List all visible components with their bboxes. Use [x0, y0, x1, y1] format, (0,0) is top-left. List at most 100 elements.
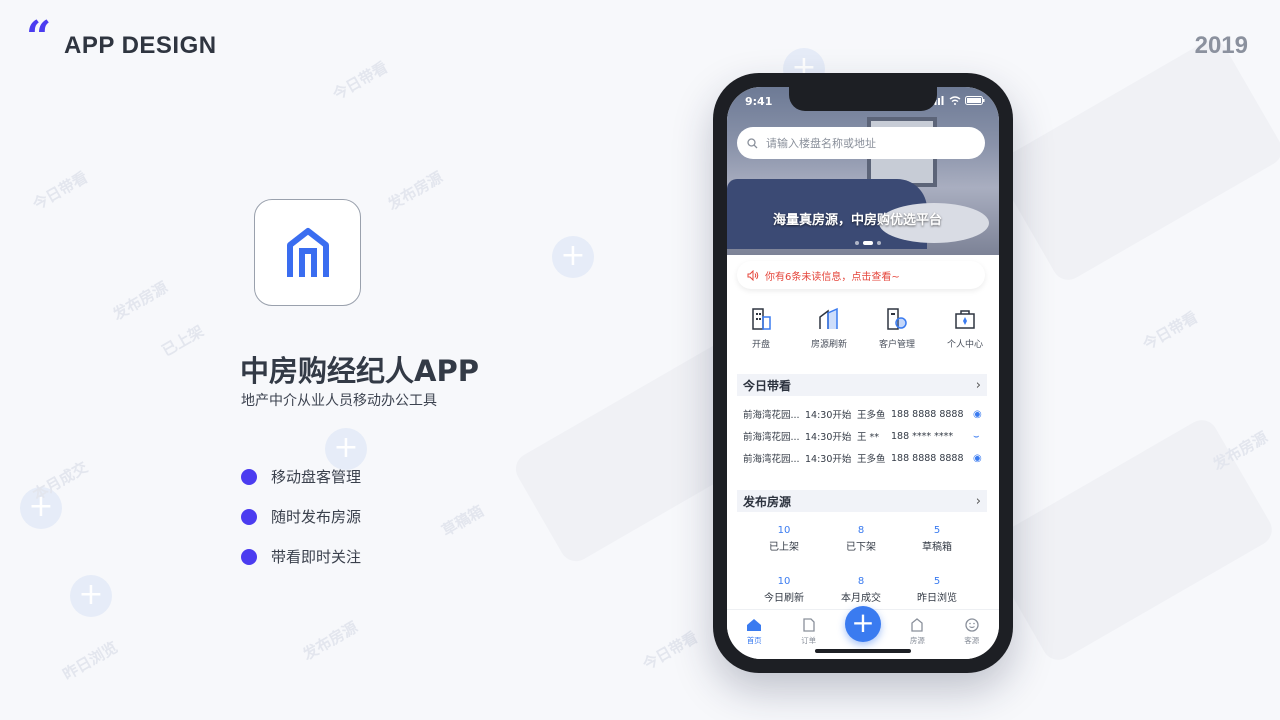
home-indicator[interactable]: [815, 649, 911, 653]
bullet-dot: [241, 468, 257, 485]
section-title: 今日带看: [743, 378, 792, 393]
bg-word: 草稿箱: [438, 501, 487, 540]
feature-label: 随时发布房源: [271, 508, 362, 526]
visit-row[interactable]: 前海湾花园... 14:30开始 王多鱼 188 8888 8888 ◉: [743, 407, 987, 422]
section-publish[interactable]: 发布房源 ›: [737, 490, 987, 512]
feature-label: 移动盘客管理: [271, 468, 362, 486]
visit-project: 前海湾花园...: [743, 410, 800, 421]
carousel-dot-active[interactable]: [863, 241, 873, 245]
stat-number: 5: [933, 576, 941, 587]
phone-mockup: 9:41 请输入楼盘名称或地址 海量真房源，中房购优选平台 你有6条未读信息，点…: [713, 73, 1013, 673]
visit-name: 王 **: [857, 432, 880, 443]
stat-monthly-deals[interactable]: 8 本月成交: [826, 576, 896, 604]
eye-icon[interactable]: ◉: [973, 453, 985, 464]
tab-label: 房源: [909, 636, 925, 645]
stat-label: 今日刷新: [764, 593, 804, 604]
quick-open[interactable]: 开盘: [731, 307, 791, 350]
house-icon: [911, 618, 924, 632]
tab-clients[interactable]: 客源: [952, 618, 992, 646]
bg-plus-icon: +: [325, 428, 367, 470]
feature-item: 移动盘客管理: [241, 466, 361, 487]
quick-customers[interactable]: 客户管理: [867, 307, 927, 350]
status-time: 9:41: [745, 95, 773, 108]
bg-word: 发布房源: [109, 278, 171, 324]
eye-icon[interactable]: ◉: [973, 409, 985, 420]
quick-refresh[interactable]: 房源刷新: [799, 307, 859, 350]
quick-profile[interactable]: 个人中心: [935, 307, 995, 350]
customer-icon: [887, 308, 907, 330]
visit-name: 王多鱼: [857, 454, 886, 465]
phone-screen: 9:41 请输入楼盘名称或地址 海量真房源，中房购优选平台 你有6条未读信息，点…: [727, 87, 999, 659]
visit-project: 前海湾花园...: [743, 454, 800, 465]
feature-item: 带看即时关注: [241, 546, 361, 567]
search-placeholder: 请输入楼盘名称或地址: [766, 137, 876, 150]
hero-caption: 海量真房源，中房购优选平台: [773, 213, 943, 228]
plus-icon[interactable]: +: [844, 606, 881, 642]
tab-listings[interactable]: 房源: [897, 618, 937, 646]
quote-mark: “: [26, 12, 52, 63]
notice-bar[interactable]: 你有6条未读信息，点击查看~: [737, 261, 985, 289]
speaker-icon: [747, 269, 759, 281]
smiley-icon: [965, 618, 979, 632]
carousel-dots[interactable]: [855, 241, 881, 245]
visit-time: 14:30开始: [805, 410, 852, 421]
chevron-right-icon: ›: [975, 493, 981, 509]
stat-label: 草稿箱: [922, 542, 952, 553]
bg-word: 已上架: [158, 321, 207, 360]
bg-word: 本月成交: [29, 458, 91, 504]
phone-notch: [789, 87, 937, 111]
stat-refreshed-today[interactable]: 10 今日刷新: [749, 576, 819, 604]
bg-word: 今日带看: [639, 628, 701, 674]
visit-row[interactable]: 前海湾花园... 14:30开始 王多鱼 188 8888 8888 ◉: [743, 451, 987, 466]
quick-actions: 开盘 房源刷新 客户管理 个人中心: [727, 307, 999, 350]
home-icon: [747, 619, 762, 631]
app-subtitle: 地产中介从业人员移动办公工具: [241, 393, 437, 409]
tab-publish[interactable]: +: [843, 606, 883, 642]
carousel-dot[interactable]: [855, 241, 859, 245]
year-label: 2019: [1194, 32, 1248, 59]
stat-label: 本月成交: [841, 593, 881, 604]
stat-views-yesterday[interactable]: 5 昨日浏览: [902, 576, 972, 604]
background-pattern: + + + + + 今日带看 发布房源 发布房源 已上架 今日带看 发布房源 今…: [0, 0, 1280, 720]
house-logo-icon: [286, 227, 329, 277]
stat-delisted[interactable]: 8 已下架: [826, 525, 896, 553]
tab-home[interactable]: 首页: [734, 618, 774, 646]
tab-orders[interactable]: 订单: [789, 618, 829, 646]
visit-phone: 188 8888 8888: [891, 408, 964, 420]
wifi-icon: [949, 96, 961, 105]
bg-word: 今日带看: [29, 168, 91, 214]
refresh-building-icon: [819, 307, 838, 329]
visit-phone: 188 8888 8888: [891, 452, 964, 464]
bullet-dot: [241, 548, 257, 565]
bg-plus-icon: +: [552, 236, 594, 278]
bg-plus-icon: +: [70, 575, 112, 617]
stat-listed[interactable]: 10 已上架: [749, 525, 819, 553]
tab-label: 客源: [964, 636, 980, 645]
page-title: APP DESIGN: [64, 32, 217, 59]
visit-project: 前海湾花园...: [743, 432, 800, 443]
bg-word: 发布房源: [299, 618, 361, 664]
tab-label: 订单: [801, 636, 817, 645]
stat-drafts[interactable]: 5 草稿箱: [902, 525, 972, 553]
visit-row[interactable]: 前海湾花园... 14:30开始 王 ** 188 **** **** ⌣: [743, 429, 987, 444]
quick-label: 房源刷新: [810, 340, 847, 350]
stat-label: 昨日浏览: [917, 593, 957, 604]
visit-phone: 188 **** ****: [891, 430, 954, 442]
search-input[interactable]: 请输入楼盘名称或地址: [737, 127, 985, 159]
app-logo: [254, 199, 361, 306]
bg-word: 今日带看: [329, 58, 391, 104]
visit-time: 14:30开始: [805, 454, 852, 465]
visit-time: 14:30开始: [805, 432, 852, 443]
bg-word: 发布房源: [384, 168, 446, 214]
hero-banner[interactable]: [727, 87, 999, 255]
stat-label: 已上架: [769, 542, 799, 553]
notice-text: 你有6条未读信息，点击查看~: [765, 271, 900, 283]
stat-number: 10: [777, 525, 791, 536]
eye-closed-icon[interactable]: ⌣: [973, 431, 985, 442]
carousel-dot[interactable]: [877, 241, 881, 245]
bullet-dot: [241, 508, 257, 525]
tab-label: 首页: [746, 636, 762, 645]
bg-word: 昨日浏览: [59, 638, 121, 684]
building-icon: [752, 308, 771, 330]
section-today-visits[interactable]: 今日带看 ›: [737, 374, 987, 396]
